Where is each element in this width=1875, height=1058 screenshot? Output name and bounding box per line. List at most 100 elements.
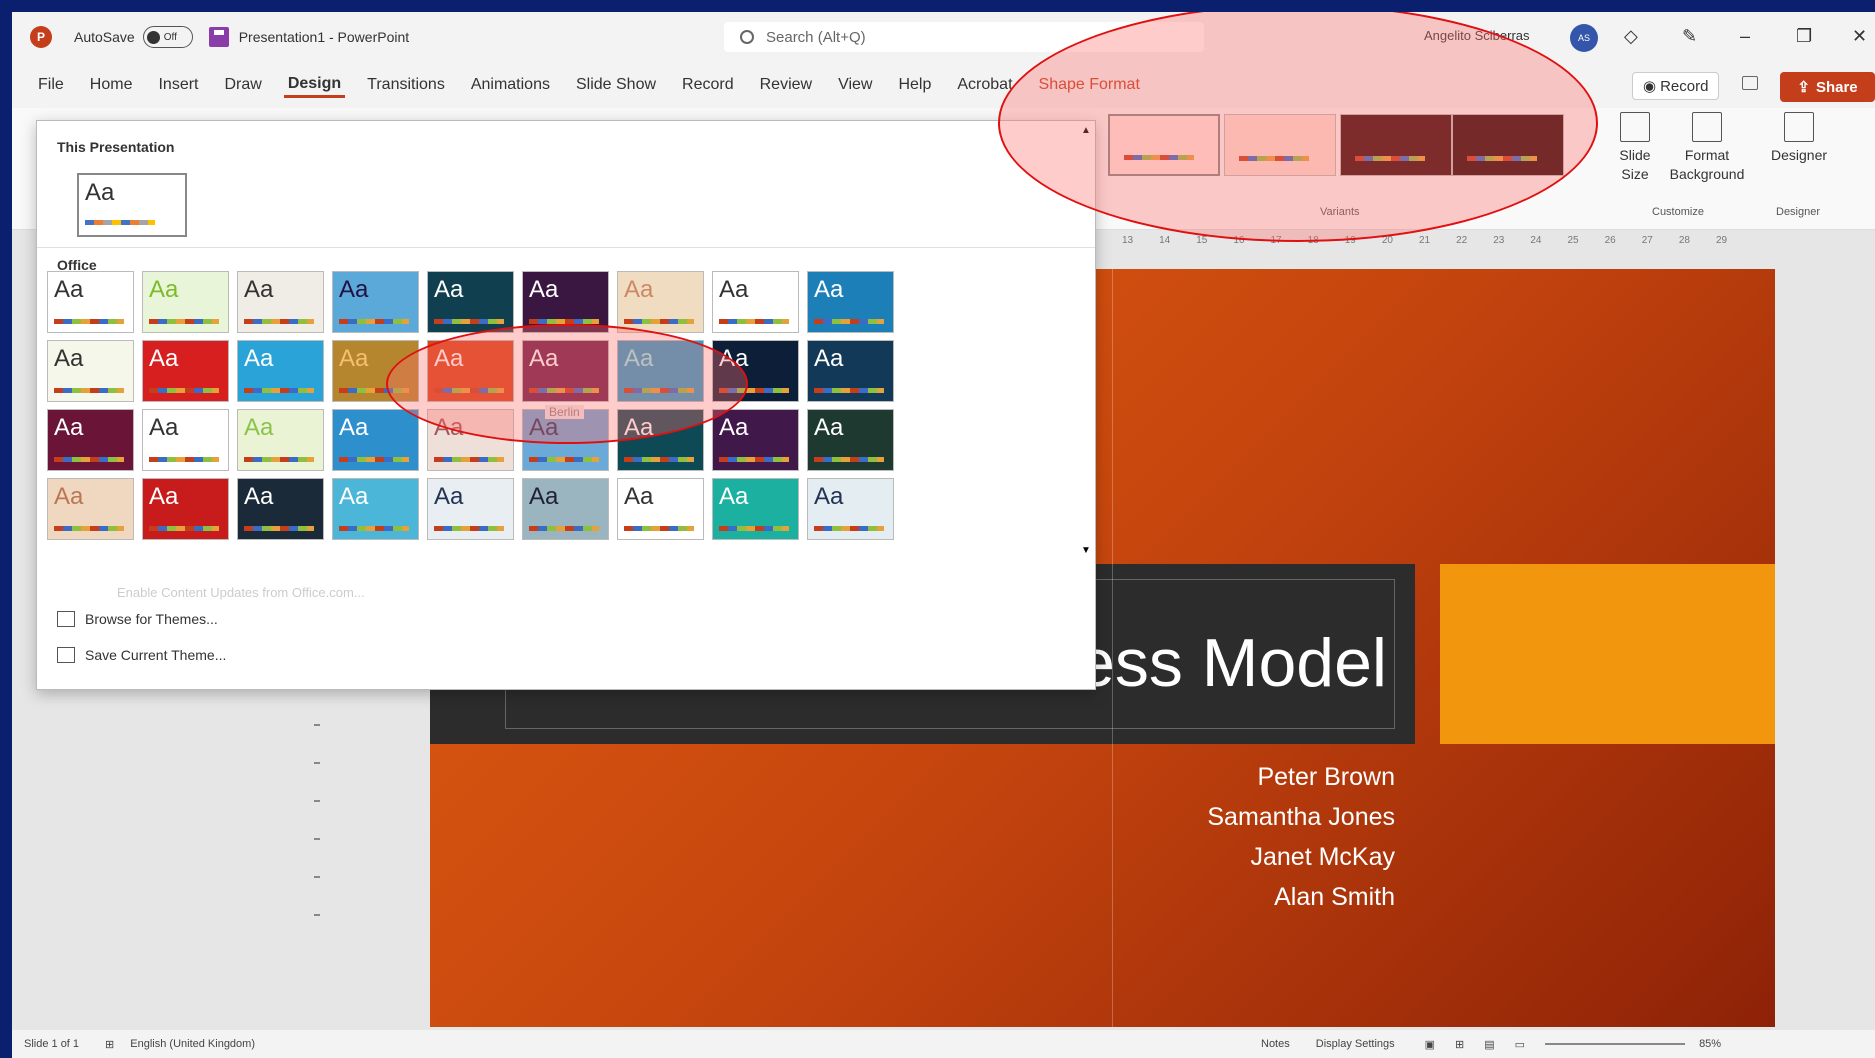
close-icon[interactable]: ✕ xyxy=(1852,26,1867,47)
theme-thumbnail[interactable]: Aa xyxy=(142,409,229,471)
zoom-slider[interactable] xyxy=(1545,1043,1686,1045)
theme-color-bar xyxy=(434,457,504,462)
theme-thumbnail[interactable]: Aa xyxy=(617,271,704,333)
theme-thumbnail[interactable]: Aa xyxy=(617,478,704,540)
autosave-toggle[interactable]: Off xyxy=(142,26,193,48)
theme-thumbnail[interactable]: Aa xyxy=(332,409,419,471)
theme-thumbnail[interactable]: Aa xyxy=(807,271,894,333)
tab-acrobat[interactable]: Acrobat xyxy=(953,74,1016,96)
theme-thumbnail[interactable]: Aa xyxy=(427,478,514,540)
theme-thumbnail[interactable]: Aa xyxy=(427,340,514,402)
record-button[interactable]: ◉ Record xyxy=(1632,72,1720,100)
tab-home[interactable]: Home xyxy=(86,74,137,96)
theme-thumbnail[interactable]: Aa xyxy=(522,340,609,402)
theme-color-bar xyxy=(244,457,314,462)
theme-thumbnail[interactable]: Aa xyxy=(47,271,134,333)
notes-button[interactable]: Notes xyxy=(1261,1038,1290,1050)
theme-thumbnail[interactable]: Aa xyxy=(47,409,134,471)
variant-2[interactable] xyxy=(1224,114,1336,176)
variant-3[interactable] xyxy=(1340,114,1452,176)
ruler-tick: 29 xyxy=(1716,234,1728,246)
theme-thumbnail[interactable]: Aa xyxy=(47,340,134,402)
theme-thumbnail[interactable]: Aa xyxy=(237,478,324,540)
theme-thumbnail[interactable]: Aa xyxy=(712,340,799,402)
browse-folder-icon xyxy=(57,611,75,627)
accessibility-icon[interactable]: ⊞ xyxy=(105,1038,114,1051)
accent-rectangle[interactable] xyxy=(1440,564,1775,744)
save-theme-item[interactable]: Save Current Theme... xyxy=(57,647,226,663)
tab-record[interactable]: Record xyxy=(678,74,738,96)
theme-thumbnail[interactable]: Aa xyxy=(332,271,419,333)
tab-draw[interactable]: Draw xyxy=(220,74,265,96)
tab-view[interactable]: View xyxy=(834,74,876,96)
slide-sorter-icon[interactable]: ⊞ xyxy=(1455,1038,1464,1051)
share-button[interactable]: ⇪ Share xyxy=(1780,72,1875,102)
theme-aa-text: Aa xyxy=(339,414,369,441)
tab-shape-format[interactable]: Shape Format xyxy=(1035,74,1144,96)
display-settings-button[interactable]: Display Settings xyxy=(1316,1038,1395,1050)
format-background-button[interactable]: Format Background xyxy=(1662,112,1752,184)
variant-4[interactable] xyxy=(1452,114,1564,176)
normal-view-icon[interactable]: ▣ xyxy=(1425,1038,1435,1051)
theme-thumbnail[interactable]: Aa xyxy=(237,340,324,402)
theme-thumbnail[interactable]: Aa xyxy=(522,478,609,540)
tab-slide-show[interactable]: Slide Show xyxy=(572,74,660,96)
theme-thumbnail[interactable]: Aa xyxy=(807,340,894,402)
theme-aa-text: Aa xyxy=(85,179,115,206)
theme-thumbnail[interactable]: Aa xyxy=(617,409,704,471)
theme-thumbnail[interactable]: Aa xyxy=(617,340,704,402)
tab-transitions[interactable]: Transitions xyxy=(363,74,449,96)
theme-thumbnail[interactable]: Aa xyxy=(142,478,229,540)
theme-thumbnail[interactable]: Aa xyxy=(332,478,419,540)
format-background-label: Format Background xyxy=(1669,147,1745,182)
theme-color-bar xyxy=(434,388,504,393)
reading-view-icon[interactable]: ▤ xyxy=(1484,1038,1494,1051)
theme-thumbnail[interactable]: Aa xyxy=(712,271,799,333)
language-status[interactable]: English (United Kingdom) xyxy=(130,1038,255,1050)
user-name[interactable]: Angelito Sciberras xyxy=(1424,28,1530,43)
minimize-icon[interactable]: – xyxy=(1740,26,1750,47)
theme-thumbnail[interactable]: Aa xyxy=(237,271,324,333)
diamond-icon[interactable]: ◇ xyxy=(1624,26,1638,47)
restore-icon[interactable]: ❐ xyxy=(1796,26,1812,47)
search-box[interactable]: Search (Alt+Q) xyxy=(724,22,1204,52)
theme-thumbnail[interactable]: Aa xyxy=(332,340,419,402)
avatar[interactable]: AS xyxy=(1570,24,1598,52)
theme-thumbnail[interactable]: Aa xyxy=(142,271,229,333)
scroll-up-icon[interactable]: ▲ xyxy=(1081,125,1091,136)
theme-thumbnail[interactable]: Aa xyxy=(807,409,894,471)
tab-insert[interactable]: Insert xyxy=(154,74,202,96)
theme-thumbnail[interactable]: Aa xyxy=(807,478,894,540)
theme-color-bar xyxy=(814,319,884,324)
current-theme-thumbnail[interactable]: Aa xyxy=(77,173,187,237)
scroll-down-icon[interactable]: ▼ xyxy=(1081,545,1091,556)
theme-thumbnail[interactable]: Aa xyxy=(427,409,514,471)
designer-button[interactable]: Designer xyxy=(1764,112,1834,165)
tab-review[interactable]: Review xyxy=(756,74,816,96)
theme-thumbnail[interactable]: Aa xyxy=(142,340,229,402)
theme-thumbnail[interactable]: Aa xyxy=(427,271,514,333)
variant-1[interactable] xyxy=(1108,114,1220,176)
tab-design[interactable]: Design xyxy=(283,73,346,98)
theme-thumbnail[interactable]: Aa xyxy=(237,409,324,471)
theme-thumbnail[interactable]: Aa xyxy=(522,271,609,333)
browse-themes-item[interactable]: Browse for Themes... xyxy=(57,611,218,627)
tab-animations[interactable]: Animations xyxy=(467,74,554,96)
save-icon[interactable] xyxy=(208,27,229,47)
theme-color-bar xyxy=(719,526,789,531)
tab-help[interactable]: Help xyxy=(894,74,935,96)
theme-thumbnail[interactable]: Aa xyxy=(712,409,799,471)
search-placeholder: Search (Alt+Q) xyxy=(766,28,866,46)
theme-thumbnail[interactable]: Aa xyxy=(47,478,134,540)
gallery-scrollbar[interactable]: ▲ ▼ xyxy=(1077,121,1097,561)
theme-thumbnail[interactable]: Aa xyxy=(712,478,799,540)
comment-icon[interactable] xyxy=(1742,76,1758,90)
pen-icon[interactable]: ✎ xyxy=(1682,26,1697,47)
slideshow-icon[interactable]: ▭ xyxy=(1515,1038,1525,1051)
theme-aa-text: Aa xyxy=(54,276,84,303)
theme-color-bar xyxy=(339,526,409,531)
tab-file[interactable]: File xyxy=(34,74,68,96)
zoom-level[interactable]: 85% xyxy=(1699,1038,1721,1050)
subtitle-placeholder[interactable]: Peter Brown Samantha Jones Janet McKay A… xyxy=(1207,757,1395,917)
slide-size-button[interactable]: Slide Size xyxy=(1610,112,1660,184)
